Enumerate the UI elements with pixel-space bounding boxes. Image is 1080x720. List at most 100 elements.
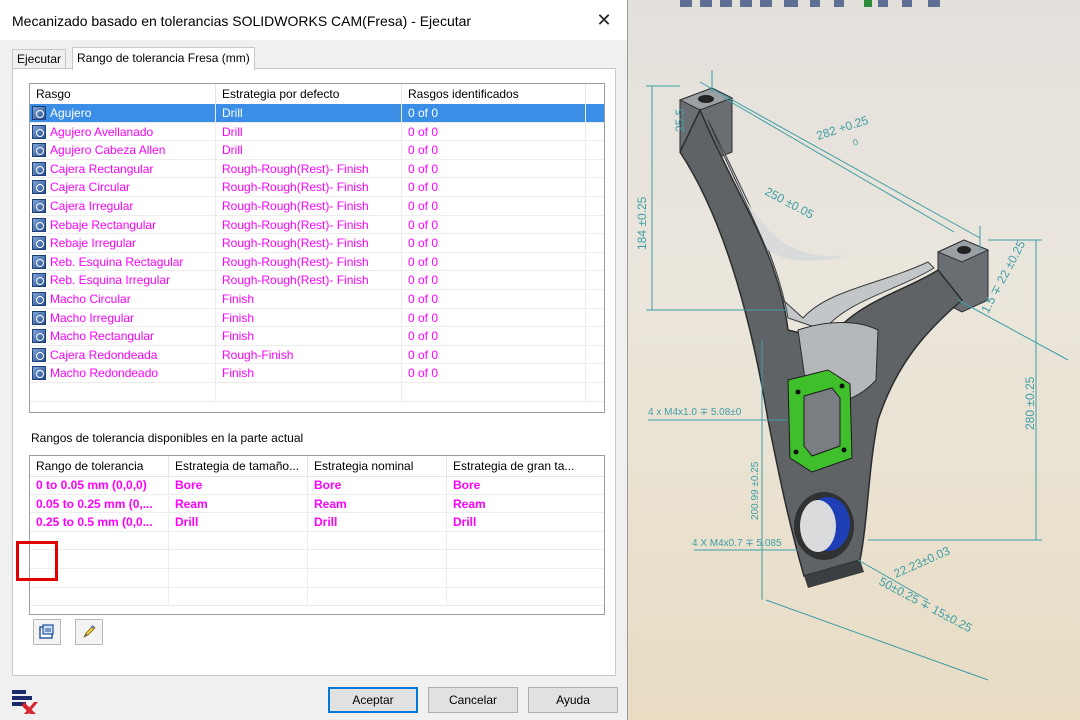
column-header-estrategia[interactable]: Estrategia por defecto xyxy=(216,84,402,104)
cancel-button[interactable]: Cancelar xyxy=(428,687,518,713)
features-rows: Agujero Drill 0 of 0 Agujero Avellanado Dril… xyxy=(30,104,604,402)
feature-name: Reb. Esquina Irregular xyxy=(50,273,171,288)
column-header-gran[interactable]: Estrategia de gran ta... xyxy=(447,456,604,476)
empty-row xyxy=(30,568,604,588)
tab-ejecutar[interactable]: Ejecutar xyxy=(12,49,67,69)
feature-row[interactable]: Agujero Cabeza Allen Drill 0 of 0 xyxy=(30,141,604,160)
feature-row[interactable]: Rebaje Rectangular Rough-Rough(Rest)- Fin… xyxy=(30,215,604,235)
feature-name-cell: Agujero xyxy=(30,104,216,122)
feature-row[interactable]: Macho Irregular Finish 0 of 0 xyxy=(30,308,604,328)
help-button[interactable]: Ayuda xyxy=(528,687,618,713)
feature-name: Agujero Cabeza Allen xyxy=(50,143,166,158)
dialog-title: Mecanizado basado en tolerancias SOLIDWO… xyxy=(12,13,472,29)
feature-row[interactable]: Reb. Esquina Irregular Rough-Rough(Rest)-… xyxy=(30,271,604,290)
feature-strategy: Finish xyxy=(216,308,402,327)
feature-strategy: Rough-Rough(Rest)- Finish xyxy=(216,271,402,290)
close-button[interactable]: ✕ xyxy=(581,0,627,40)
column-header-nominal[interactable]: Estrategia nominal xyxy=(308,456,447,476)
feature-row[interactable]: Agujero Avellanado Drill 0 of 0 xyxy=(30,122,604,142)
feature-strategy: Rough-Rough(Rest)- Finish xyxy=(216,252,402,271)
tolerance-row[interactable]: 0.25 to 0.5 mm (0,0... Drill Drill Drill xyxy=(30,513,604,532)
tolerance-table[interactable]: Rango de tolerancia Estrategia de tamaño… xyxy=(29,455,605,615)
edit-range-button[interactable] xyxy=(75,619,103,645)
tolerance-row[interactable]: 0.05 to 0.25 mm (0,... Ream Ream Ream xyxy=(30,494,604,514)
part-drawing: 282 +0.25 0 250 ±0.05 184 ±0.25 25.5 1.5… xyxy=(635,0,1069,681)
feature-row[interactable]: Cajera Redondeada Rough-Finish 0 of 0 xyxy=(30,345,604,365)
feature-name-cell: Rebaje Irregular xyxy=(30,234,216,253)
feature-strategy: Finish xyxy=(216,364,402,383)
row-filler xyxy=(586,309,604,327)
tolerance-range: 0 to 0.05 mm (0,0,0) xyxy=(30,476,169,494)
feature-row[interactable]: Macho Circular Finish 0 of 0 xyxy=(30,289,604,309)
feature-name: Rebaje Rectangular xyxy=(50,217,157,232)
dim-250: 250 ±0.05 xyxy=(763,184,817,222)
feature-name-cell: Reb. Esquina Irregular xyxy=(30,271,216,290)
feature-identified: 0 of 0 xyxy=(402,196,586,215)
view-toolbar-icons[interactable] xyxy=(680,0,940,7)
features-table[interactable]: Rasgo Estrategia por defecto Rasgos iden… xyxy=(29,83,605,413)
highlight-annotation-box xyxy=(16,541,58,581)
feature-strategy: Rough-Rough(Rest)- Finish xyxy=(216,215,402,234)
feature-row[interactable]: Agujero Drill 0 of 0 xyxy=(30,104,604,123)
feature-identified: 0 of 0 xyxy=(402,104,586,122)
feature-row[interactable]: Rebaje Irregular Rough-Rough(Rest)- Finis… xyxy=(30,234,604,253)
feature-name-cell: Cajera Circular xyxy=(30,178,216,197)
feature-row[interactable]: Cajera Circular Rough-Rough(Rest)- Finish… xyxy=(30,178,604,197)
feature-identified: 0 of 0 xyxy=(402,215,586,234)
title-bar: Mecanizado basado en tolerancias SOLIDWO… xyxy=(0,0,627,40)
accept-button[interactable]: Aceptar xyxy=(328,687,418,713)
feature-type-icon xyxy=(32,106,46,120)
feature-name: Cajera Irregular xyxy=(50,198,134,213)
feature-identified: 0 of 0 xyxy=(402,327,586,346)
feature-row[interactable]: Cajera Rectangular Rough-Rough(Rest)- Fin… xyxy=(30,159,604,179)
nominal-strategy: Drill xyxy=(308,513,447,532)
feature-name: Macho Irregular xyxy=(50,310,135,325)
tab-rango-tolerancia[interactable]: Rango de tolerancia Fresa (mm) xyxy=(72,47,255,70)
feature-name-cell: Macho Rectangular xyxy=(30,327,216,346)
column-header-rasgo[interactable]: Rasgo xyxy=(30,84,216,104)
feature-name-cell: Cajera Rectangular xyxy=(30,159,216,178)
tolerance-table-header: Rango de tolerancia Estrategia de tamaño… xyxy=(30,456,604,477)
dim-25-5: 25.5 xyxy=(673,108,687,132)
feature-strategy: Finish xyxy=(216,327,402,346)
feature-row[interactable]: Macho Rectangular Finish 0 of 0 xyxy=(30,327,604,346)
feature-type-icon xyxy=(32,310,46,325)
feature-strategy: Drill xyxy=(216,122,402,141)
empty-row xyxy=(30,550,604,569)
bracket-part[interactable] xyxy=(678,87,990,588)
feature-strategy: Rough-Rough(Rest)- Finish xyxy=(216,234,402,253)
feature-name: Macho Rectangular xyxy=(50,329,155,344)
row-filler xyxy=(586,327,604,345)
new-range-button[interactable] xyxy=(33,619,61,645)
row-filler xyxy=(586,346,604,364)
cad-viewport[interactable]: 282 +0.25 0 250 ±0.05 184 ±0.25 25.5 1.5… xyxy=(628,0,1080,720)
feature-type-icon xyxy=(32,236,46,251)
feature-row[interactable]: Reb. Esquina Rectagular Rough-Rough(Rest)… xyxy=(30,252,604,272)
feature-identified: 0 of 0 xyxy=(402,271,586,290)
feature-identified: 0 of 0 xyxy=(402,252,586,271)
feature-row[interactable]: Macho Redondeado Finish 0 of 0 xyxy=(30,364,604,383)
feature-row[interactable]: Cajera Irregular Rough-Rough(Rest)- Finis… xyxy=(30,196,604,216)
feature-name-cell: Agujero Avellanado xyxy=(30,122,216,141)
row-filler xyxy=(586,160,604,178)
row-filler xyxy=(586,216,604,234)
section-label: Rangos de tolerancia disponibles en la p… xyxy=(31,431,304,445)
column-header-tamano[interactable]: Estrategia de tamaño... xyxy=(169,456,308,476)
tolerance-machining-dialog: Mecanizado basado en tolerancias SOLIDWO… xyxy=(0,0,628,720)
column-header-identificados[interactable]: Rasgos identificados xyxy=(402,84,586,104)
feature-name-cell: Agujero Cabeza Allen xyxy=(30,141,216,160)
column-header-rango[interactable]: Rango de tolerancia xyxy=(30,456,169,476)
feature-type-icon xyxy=(32,217,46,232)
feature-name-cell: Cajera Redondeada xyxy=(30,345,216,364)
feature-type-icon xyxy=(32,347,46,362)
feature-name: Cajera Circular xyxy=(50,180,131,195)
row-filler xyxy=(586,104,604,122)
feature-type-icon xyxy=(32,143,46,158)
feature-type-icon xyxy=(32,291,46,306)
feature-name: Reb. Esquina Rectagular xyxy=(50,254,184,269)
feature-identified: 0 of 0 xyxy=(402,345,586,364)
row-filler xyxy=(586,123,604,141)
row-filler xyxy=(586,290,604,308)
row-filler xyxy=(586,141,604,159)
tolerance-row[interactable]: 0 to 0.05 mm (0,0,0) Bore Bore Bore xyxy=(30,476,604,495)
